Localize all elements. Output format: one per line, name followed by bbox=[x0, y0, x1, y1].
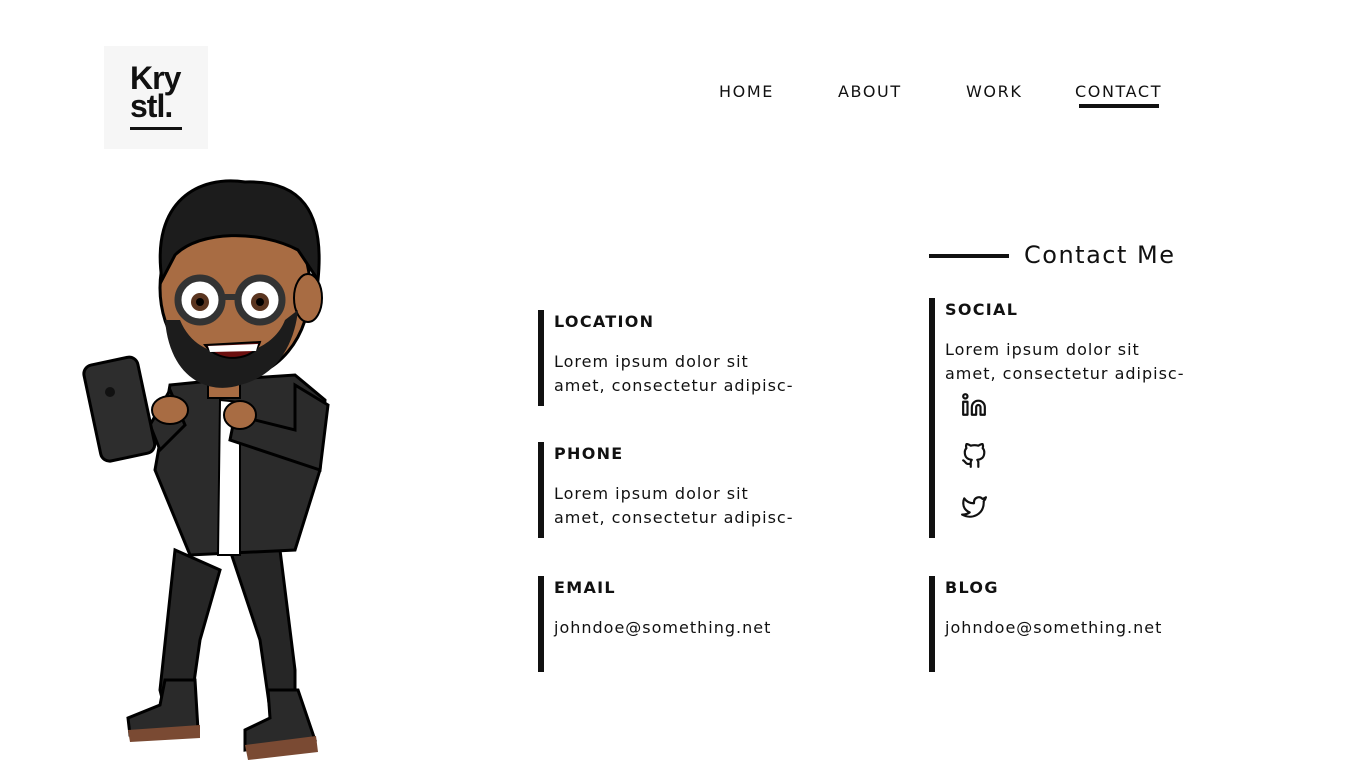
social-block: SOCIAL Lorem ipsum dolor sit amet, conse… bbox=[929, 298, 1229, 538]
logo-line-2: stl. bbox=[130, 88, 173, 124]
email-block: EMAIL johndoe@something.net bbox=[538, 576, 838, 672]
social-text: Lorem ipsum dolor sit amet, consectetur … bbox=[945, 338, 1229, 386]
email-link[interactable]: johndoe@something.net bbox=[554, 616, 838, 640]
nav-item-home[interactable]: HOME bbox=[719, 82, 774, 101]
blog-title: BLOG bbox=[945, 578, 999, 597]
phone-title: PHONE bbox=[554, 444, 624, 463]
phone-block: PHONE Lorem ipsum dolor sit amet, consec… bbox=[538, 442, 838, 538]
nav-item-about[interactable]: ABOUT bbox=[838, 82, 902, 101]
social-text-line-1: Lorem ipsum dolor sit bbox=[945, 340, 1140, 359]
logo-text: Kry stl. bbox=[130, 62, 181, 124]
phone-text-line-1: Lorem ipsum dolor sit bbox=[554, 484, 749, 503]
location-text: Lorem ipsum dolor sit amet, consectetur … bbox=[554, 350, 838, 398]
twitter-icon[interactable] bbox=[961, 494, 987, 520]
location-text-line-1: Lorem ipsum dolor sit bbox=[554, 352, 749, 371]
social-text-line-2: amet, consectetur adipisc- bbox=[945, 364, 1185, 383]
blog-block: BLOG johndoe@something.net bbox=[929, 576, 1229, 672]
phone-text-line-2: amet, consectetur adipisc- bbox=[554, 508, 794, 527]
phone-text: Lorem ipsum dolor sit amet, consectetur … bbox=[554, 482, 838, 530]
avatar-illustration bbox=[82, 179, 330, 760]
nav-active-indicator bbox=[1079, 104, 1159, 108]
social-icons bbox=[961, 392, 987, 545]
heading-accent-line bbox=[929, 254, 1009, 258]
nav-item-contact[interactable]: CONTACT bbox=[1075, 82, 1162, 101]
linkedin-icon[interactable] bbox=[961, 392, 987, 418]
social-title: SOCIAL bbox=[945, 300, 1019, 319]
location-title: LOCATION bbox=[554, 312, 655, 331]
github-icon[interactable] bbox=[961, 443, 987, 469]
site-logo[interactable]: Kry stl. bbox=[104, 46, 208, 149]
location-text-line-2: amet, consectetur adipisc- bbox=[554, 376, 794, 395]
logo-underline bbox=[130, 127, 182, 130]
nav-item-work[interactable]: WORK bbox=[966, 82, 1022, 101]
email-title: EMAIL bbox=[554, 578, 616, 597]
location-block: LOCATION Lorem ipsum dolor sit amet, con… bbox=[538, 310, 838, 406]
contact-page: Kry stl. HOME ABOUT WORK CONTACT Contact… bbox=[0, 0, 1366, 768]
blog-link[interactable]: johndoe@something.net bbox=[945, 616, 1229, 640]
page-title: Contact Me bbox=[1024, 241, 1176, 269]
